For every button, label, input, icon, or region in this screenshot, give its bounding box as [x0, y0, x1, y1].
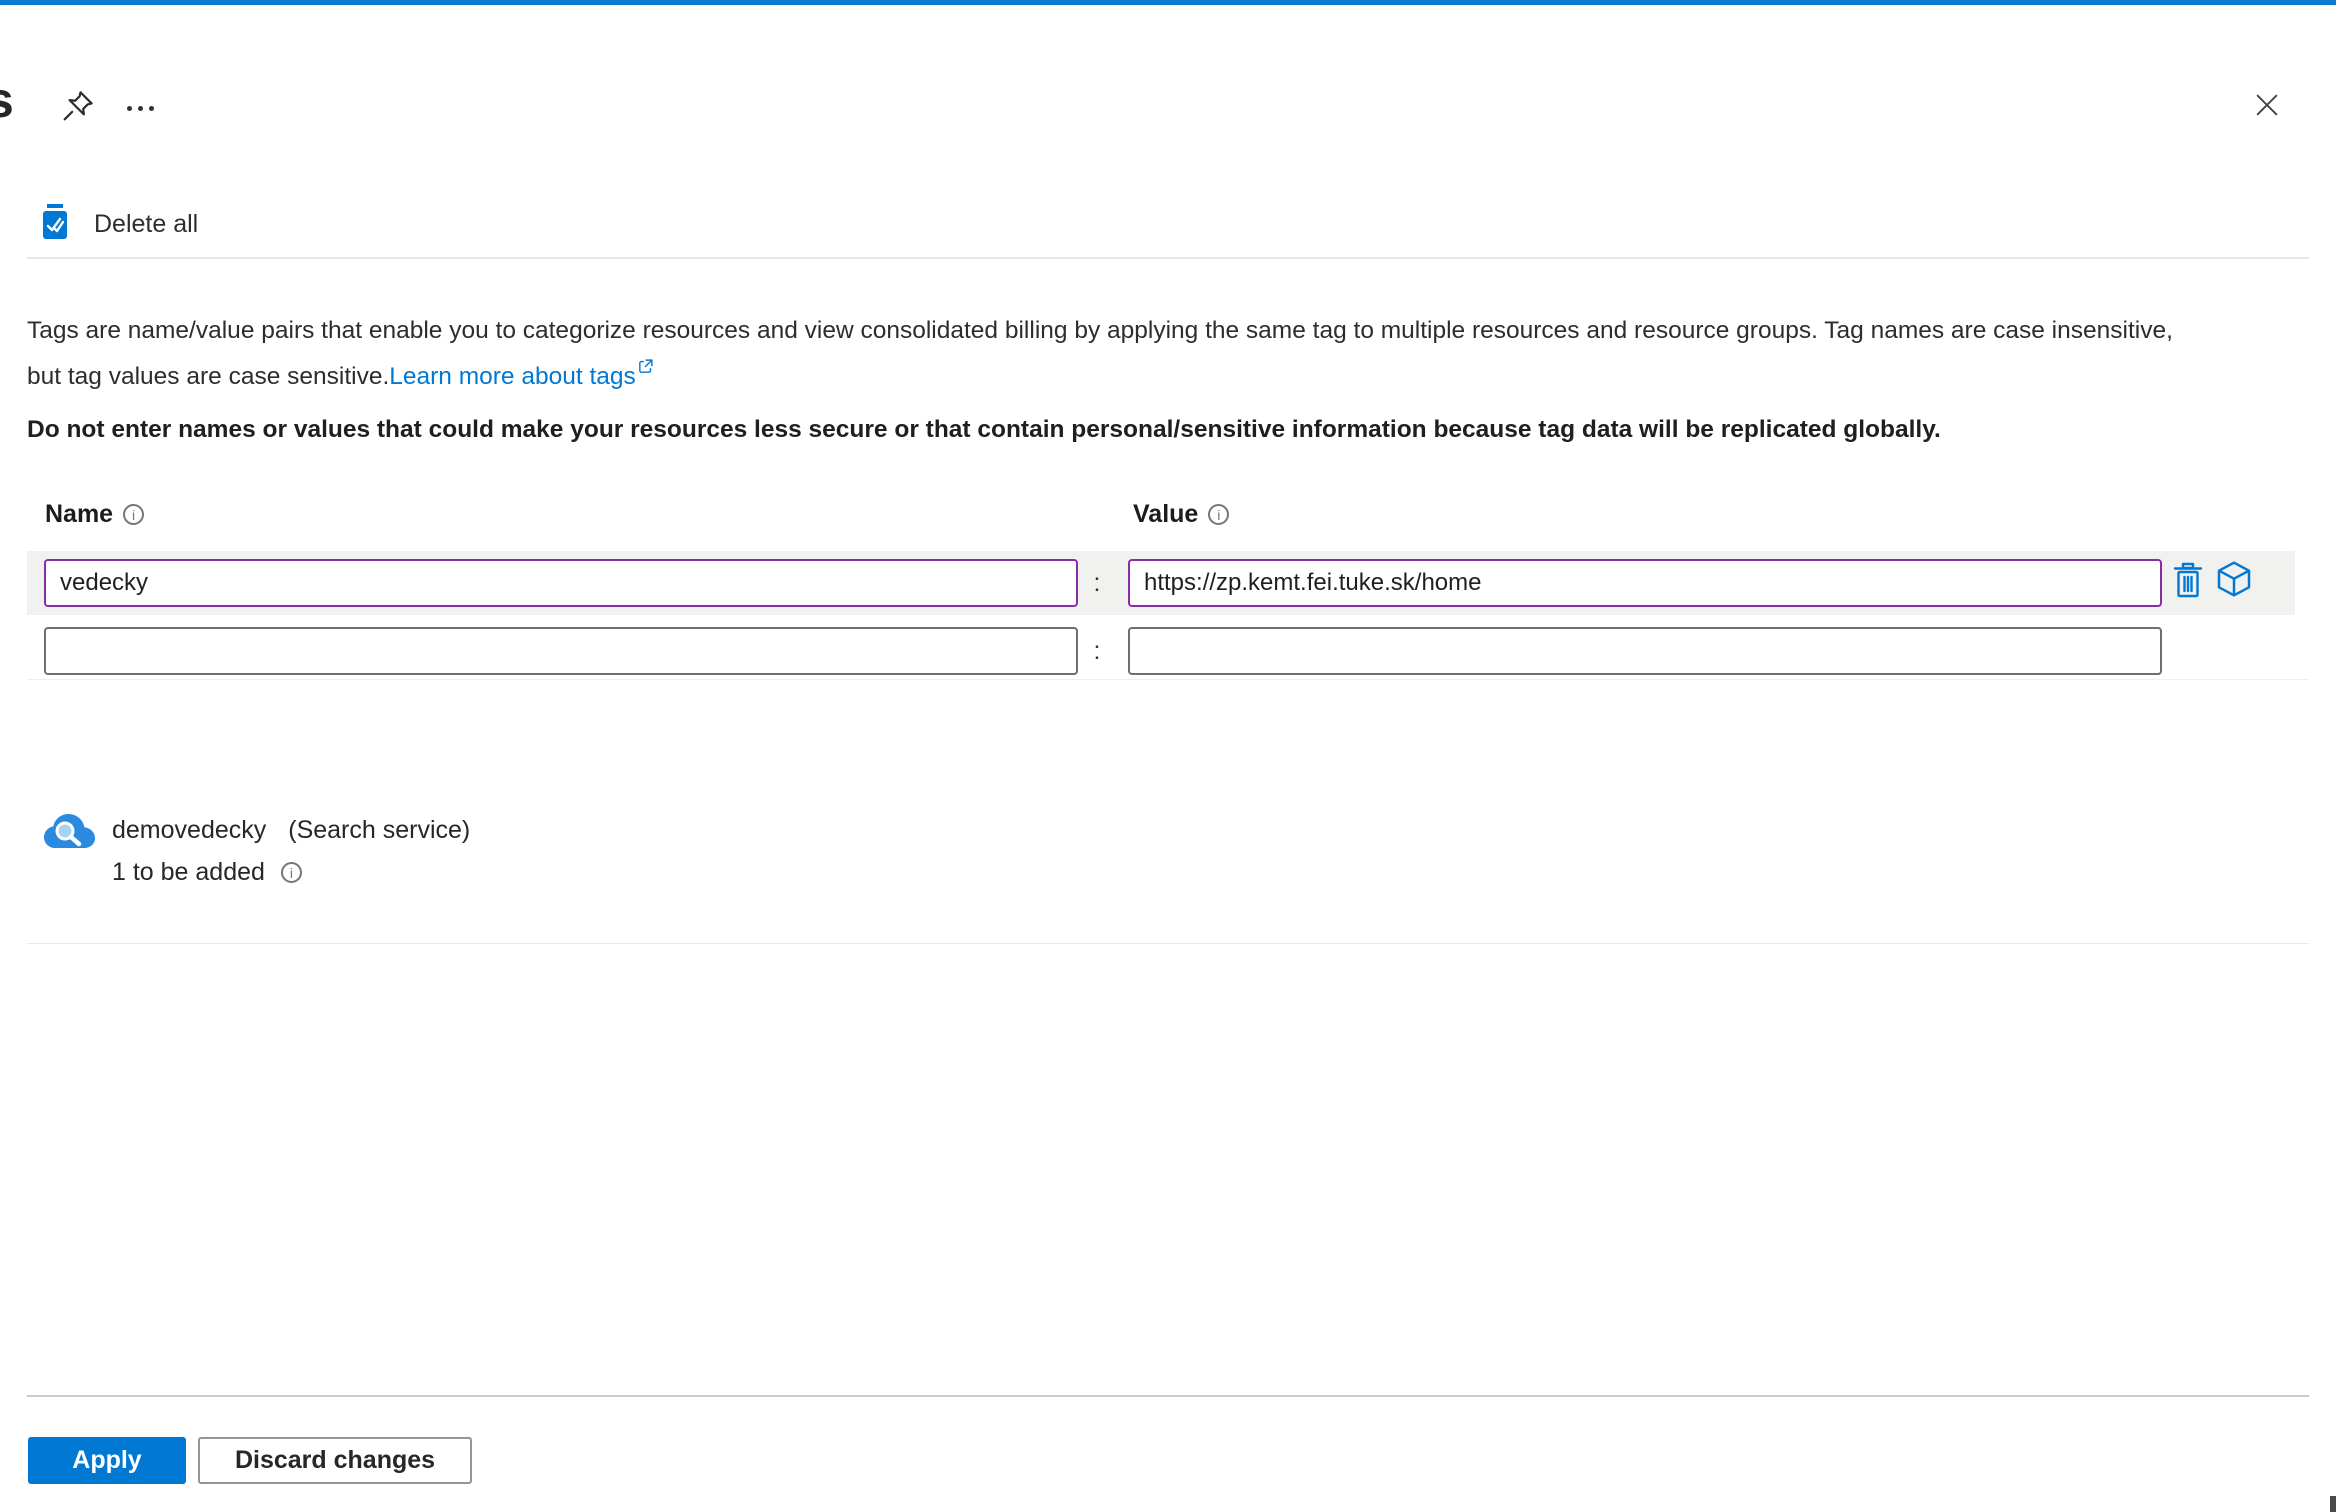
cube-icon	[2214, 559, 2254, 604]
tags-description-line1: Tags are name/value pairs that enable yo…	[27, 317, 2173, 344]
delete-all-button[interactable]: Delete all	[40, 200, 198, 248]
name-column-header: Name i	[45, 500, 145, 529]
footer-divider	[27, 1395, 2309, 1397]
page-title: s	[0, 72, 30, 132]
resource-name: demovedecky	[112, 816, 267, 844]
top-accent-bar	[0, 0, 2336, 5]
divider	[27, 679, 2309, 680]
info-icon[interactable]: i	[1208, 504, 1230, 525]
value-header-label: Value	[1133, 500, 1199, 528]
delete-tag-row-button[interactable]	[2166, 560, 2210, 606]
close-icon	[2253, 91, 2281, 124]
info-icon[interactable]: i	[280, 862, 302, 883]
value-column-header: Value i	[1133, 500, 1230, 529]
delete-all-icon	[40, 203, 70, 245]
pin-button[interactable]	[56, 86, 100, 130]
tag-value-input-row2[interactable]	[1128, 627, 2162, 675]
resource-summary: demovedecky (Search service)	[112, 816, 470, 845]
tags-description: Tags are name/value pairs that enable yo…	[27, 312, 2327, 395]
close-button[interactable]	[2246, 86, 2288, 128]
scrollbar-fragment[interactable]	[2330, 1496, 2336, 1512]
tag-name-input-row1[interactable]	[44, 559, 1078, 607]
discard-changes-button[interactable]: Discard changes	[198, 1437, 472, 1484]
apply-button[interactable]: Apply	[28, 1437, 186, 1484]
search-service-icon	[42, 810, 100, 859]
tag-value-input-row1[interactable]	[1128, 559, 2162, 607]
page-title-fragment: s	[0, 72, 14, 128]
info-icon[interactable]: i	[123, 504, 145, 525]
pin-icon	[59, 87, 97, 130]
divider	[27, 257, 2309, 259]
resource-cube-button[interactable]	[2212, 558, 2256, 604]
tags-description-line2: but tag values are case sensitive.	[27, 363, 390, 391]
learn-more-link[interactable]: Learn more about tags	[389, 363, 636, 390]
delete-all-label: Delete all	[94, 209, 199, 238]
divider	[27, 943, 2309, 944]
trash-icon	[2171, 562, 2205, 605]
tag-name-input-row2[interactable]	[44, 627, 1078, 675]
resource-type: (Search service)	[288, 816, 471, 844]
external-link-icon	[637, 349, 654, 386]
name-value-separator: :	[1093, 569, 1101, 597]
security-warning-text: Do not enter names or values that could …	[27, 416, 1941, 443]
name-header-label: Name	[45, 500, 114, 528]
resource-pending: 1 to be added i	[112, 858, 302, 887]
ellipsis-icon	[126, 105, 132, 111]
name-value-separator: :	[1093, 637, 1101, 665]
pending-count-label: 1 to be added	[112, 858, 265, 886]
more-options-button[interactable]	[118, 86, 162, 130]
